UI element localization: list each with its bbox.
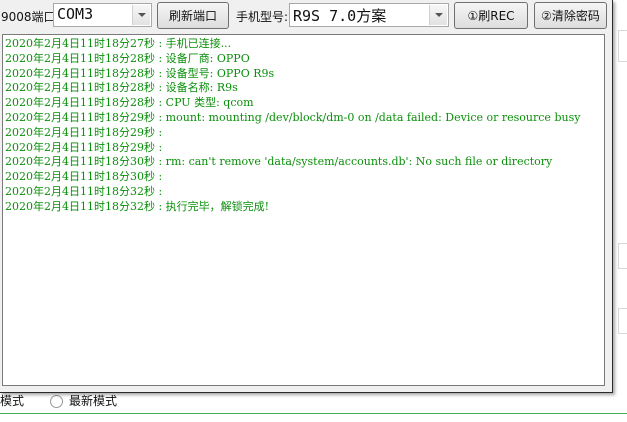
model-select-value: R9S 7.0方案 — [293, 7, 387, 25]
log-line: 2020年2月4日11时18分28秒 : 设备名称: R9s — [5, 81, 238, 95]
latest-mode-label[interactable]: 最新模式 — [69, 392, 117, 410]
model-select[interactable]: R9S 7.0方案 — [289, 3, 449, 27]
log-line: 2020年2月4日11时18分28秒 : 设备厂商: OPPO — [5, 51, 250, 65]
log-line: 2020年2月4日11时18分30秒 : — [5, 170, 163, 184]
clear-password-button[interactable]: ②清除密码 — [534, 2, 607, 29]
log-line: 2020年2月4日11时18分30秒 : rm: can't remove 'd… — [5, 155, 553, 169]
log-line: 2020年2月4日11时18分29秒 : — [5, 125, 163, 139]
log-line: 2020年2月4日11时18分32秒 : 执行完毕，解锁完成! — [5, 199, 270, 213]
log-line: 2020年2月4日11时18分27秒 : 手机已连接... — [5, 37, 232, 50]
mode-left-label: 模式 — [0, 394, 25, 408]
background-right-panel — [612, 0, 627, 422]
accent-divider — [0, 413, 627, 414]
background-control-edge — [618, 308, 627, 334]
flash-tool-dialog: 9008端口: COM3 刷新端口 手机型号: R9S 7.0方案 ①刷REC … — [0, 0, 613, 393]
latest-mode-radio[interactable] — [50, 394, 64, 408]
chevron-down-icon[interactable] — [429, 5, 447, 25]
flash-rec-button[interactable]: ①刷REC — [454, 2, 528, 29]
toolbar: 9008端口: COM3 刷新端口 手机型号: R9S 7.0方案 ①刷REC … — [0, 0, 612, 34]
background-control-edge — [618, 243, 627, 269]
port-select-value: COM3 — [57, 5, 94, 23]
mode-radio-row: 模式 最新模式 — [0, 392, 117, 410]
chevron-down-icon[interactable] — [132, 5, 150, 25]
log-line: 2020年2月4日11时18分28秒 : CPU 类型: qcom — [5, 96, 254, 110]
log-line: 2020年2月4日11时18分32秒 : — [5, 184, 163, 198]
model-label: 手机型号: — [236, 10, 289, 24]
port-label: 9008端口: — [1, 10, 60, 24]
refresh-port-button[interactable]: 刷新端口 — [157, 2, 229, 29]
port-select[interactable]: COM3 — [53, 3, 152, 27]
log-output[interactable]: 2020年2月4日11时18分27秒 : 手机已连接... 2020年2月4日11… — [2, 34, 605, 386]
log-line: 2020年2月4日11时18分29秒 : — [5, 140, 163, 154]
log-line: 2020年2月4日11时18分29秒 : mount: mounting /de… — [5, 110, 581, 124]
log-line: 2020年2月4日11时18分28秒 : 设备型号: OPPO R9s — [5, 66, 275, 80]
background-control-edge — [618, 30, 627, 62]
